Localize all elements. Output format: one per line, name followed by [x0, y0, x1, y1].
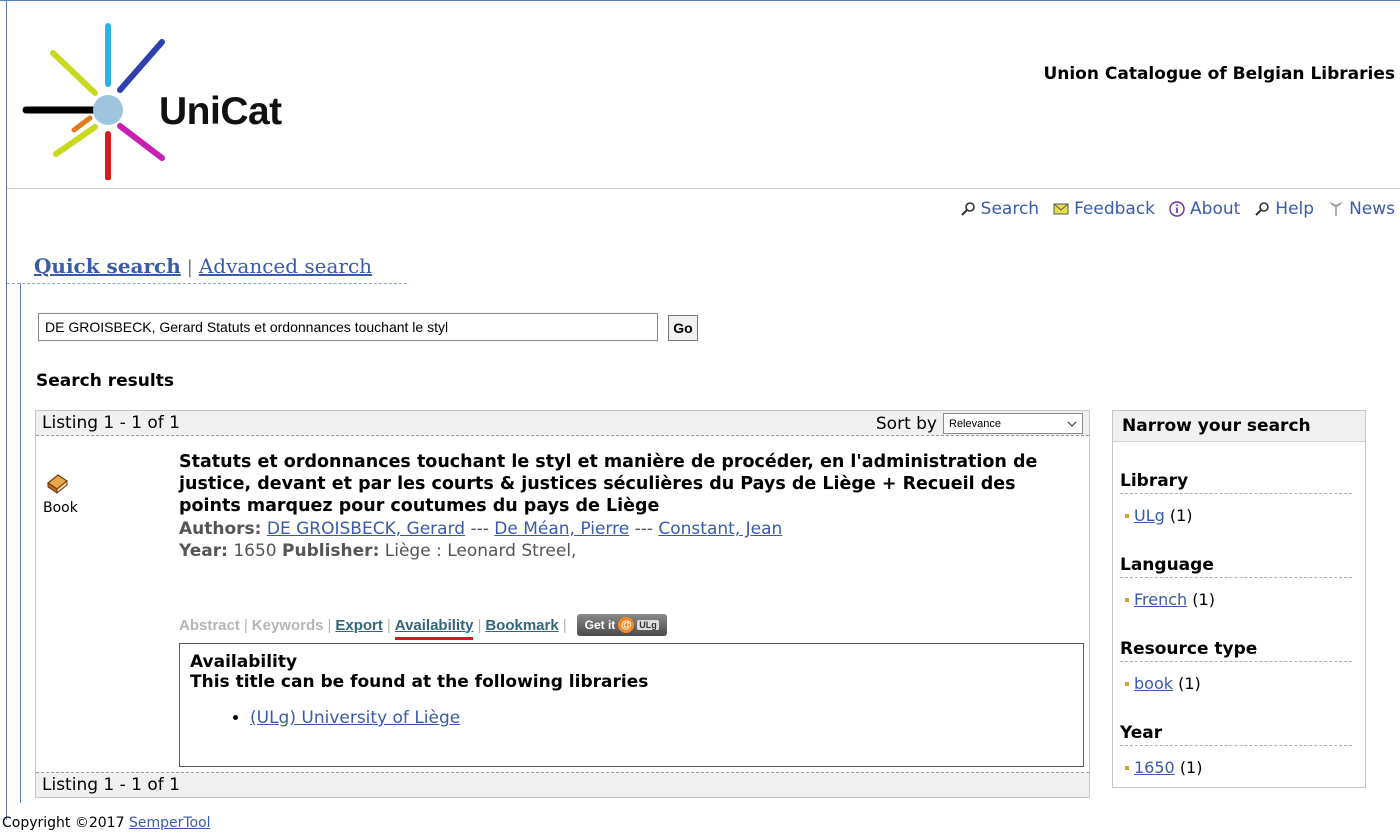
logo-text: UniCat: [159, 90, 282, 133]
page-left-border: [6, 0, 7, 820]
record-year-publisher: Year: 1650 Publisher: Liège : Leonard St…: [179, 541, 577, 561]
keywords-link[interactable]: Keywords: [252, 617, 324, 634]
sort-label: Sort by: [875, 413, 937, 434]
facet-title-resource-type: Resource type: [1120, 639, 1352, 662]
facet-link[interactable]: book: [1134, 674, 1173, 693]
record-title[interactable]: Statuts et ordonnances touchant le styl …: [179, 451, 1079, 517]
nav-about-label: About: [1190, 199, 1241, 219]
nav-about[interactable]: About: [1169, 199, 1240, 219]
go-button[interactable]: Go: [668, 315, 698, 341]
facet-item-language: French (1): [1125, 590, 1215, 609]
at-icon: @: [618, 617, 635, 633]
nav-feedback[interactable]: Feedback: [1053, 199, 1155, 219]
info-icon: [1169, 201, 1185, 217]
bullet-icon: [1125, 513, 1129, 518]
library-list: (ULg) University of Liège: [190, 708, 1073, 728]
ulg-badge: ULg: [637, 620, 659, 630]
sort-select-value: Relevance: [949, 417, 1001, 430]
facet-count: (1): [1179, 758, 1203, 777]
facet-count: (1): [1178, 674, 1201, 693]
sort-control: Sort by Relevance: [876, 413, 1083, 434]
help-icon: [1254, 201, 1270, 217]
year-value: 1650: [233, 541, 277, 561]
news-icon: [1328, 201, 1344, 217]
search-results-heading: Search results: [36, 371, 174, 391]
listing-bar-top: Listing 1 - 1 of 1 Sort by Relevance: [36, 411, 1089, 436]
header-divider: [7, 188, 1400, 189]
library-item: (ULg) University of Liège: [250, 708, 1073, 728]
book-icon: [45, 471, 69, 495]
nav-help-label: Help: [1275, 199, 1315, 219]
availability-box: Availability This title can be found at …: [179, 643, 1084, 767]
bullet-icon: [1125, 681, 1129, 686]
facet-link[interactable]: ULg: [1134, 506, 1165, 525]
tab-quick-search[interactable]: Quick search: [34, 254, 181, 278]
publisher-value: Liège : Leonard Streel,: [384, 541, 577, 561]
facet-item-resource-type: book (1): [1125, 674, 1201, 693]
availability-title: Availability: [190, 652, 298, 672]
record-actions: Abstract | Keywords | Export | Availabil…: [179, 614, 667, 640]
chevron-down-icon: [1067, 421, 1077, 427]
record-authors: Authors: DE GROISBECK, Gerard --- De Méa…: [179, 519, 783, 539]
library-link[interactable]: (ULg) University of Liège: [250, 708, 460, 728]
facet-title-year: Year: [1120, 723, 1352, 746]
author-separator: ---: [634, 519, 653, 539]
narrow-search-panel: Narrow your search Library ULg (1) Langu…: [1112, 410, 1366, 788]
facet-link[interactable]: 1650: [1134, 758, 1175, 777]
nav-search[interactable]: Search: [960, 199, 1039, 219]
listing-bar-bottom: Listing 1 - 1 of 1: [36, 772, 1089, 797]
narrow-search-heading: Narrow your search: [1113, 411, 1365, 442]
facet-title-language: Language: [1120, 555, 1352, 578]
bullet-icon: [1125, 597, 1129, 602]
facet-item-year: 1650 (1): [1125, 758, 1202, 777]
bullet-icon: [1125, 765, 1129, 770]
availability-tab: Availability: [394, 617, 474, 640]
top-navigation: Search Feedback About Help News: [946, 199, 1395, 219]
search-icon: [960, 201, 976, 217]
get-it-button[interactable]: Get it @ ULg: [576, 614, 667, 636]
page-top-border: [0, 0, 1400, 1]
nav-search-label: Search: [980, 199, 1040, 219]
author-link[interactable]: DE GROISBECK, Gerard: [267, 519, 465, 539]
nav-help[interactable]: Help: [1254, 199, 1314, 219]
tabs-underline: [7, 283, 407, 285]
nav-news[interactable]: News: [1328, 199, 1395, 219]
listing-count-bottom: Listing 1 - 1 of 1: [42, 775, 180, 795]
facet-title-library: Library: [1120, 471, 1352, 494]
get-it-label: Get it: [584, 618, 616, 632]
record-type-label: Book: [43, 500, 78, 516]
author-link[interactable]: Constant, Jean: [658, 519, 782, 539]
availability-link[interactable]: Availability: [395, 617, 474, 634]
bookmark-link[interactable]: Bookmark: [485, 617, 558, 634]
sort-select[interactable]: Relevance: [943, 413, 1083, 434]
nav-feedback-label: Feedback: [1074, 199, 1156, 219]
publisher-label: Publisher: [282, 541, 373, 561]
tab-advanced-search[interactable]: Advanced search: [199, 254, 372, 278]
search-tabs: Quick search | Advanced search: [34, 254, 372, 278]
content-left-border: [20, 283, 21, 803]
active-tab-indicator: [394, 636, 474, 640]
sempertool-link[interactable]: SemperTool: [129, 815, 211, 831]
nav-news-label: News: [1349, 199, 1395, 219]
tab-separator: |: [186, 257, 193, 278]
results-panel: Listing 1 - 1 of 1 Sort by Relevance Boo…: [35, 410, 1090, 798]
copyright-text: Copyright ©2017: [2, 815, 125, 831]
availability-subtitle: This title can be found at the following…: [190, 672, 649, 692]
facet-count: (1): [1169, 506, 1193, 525]
site-title: Union Catalogue of Belgian Libraries: [1043, 64, 1395, 84]
envelope-icon: [1053, 201, 1069, 217]
year-label: Year: [179, 541, 222, 561]
unicat-logo[interactable]: UniCat: [22, 18, 302, 181]
facet-count: (1): [1192, 590, 1215, 609]
abstract-link[interactable]: Abstract: [179, 617, 240, 634]
listing-count: Listing 1 - 1 of 1: [42, 413, 180, 433]
facet-item-library: ULg (1): [1125, 506, 1193, 525]
export-link[interactable]: Export: [335, 617, 383, 634]
facet-link[interactable]: French: [1134, 590, 1187, 609]
footer: Copyright ©2017 SemperTool: [2, 815, 211, 831]
author-link[interactable]: De Méan, Pierre: [494, 519, 629, 539]
author-separator: ---: [470, 519, 489, 539]
search-input[interactable]: [38, 313, 658, 341]
authors-label: Authors: [179, 519, 255, 539]
